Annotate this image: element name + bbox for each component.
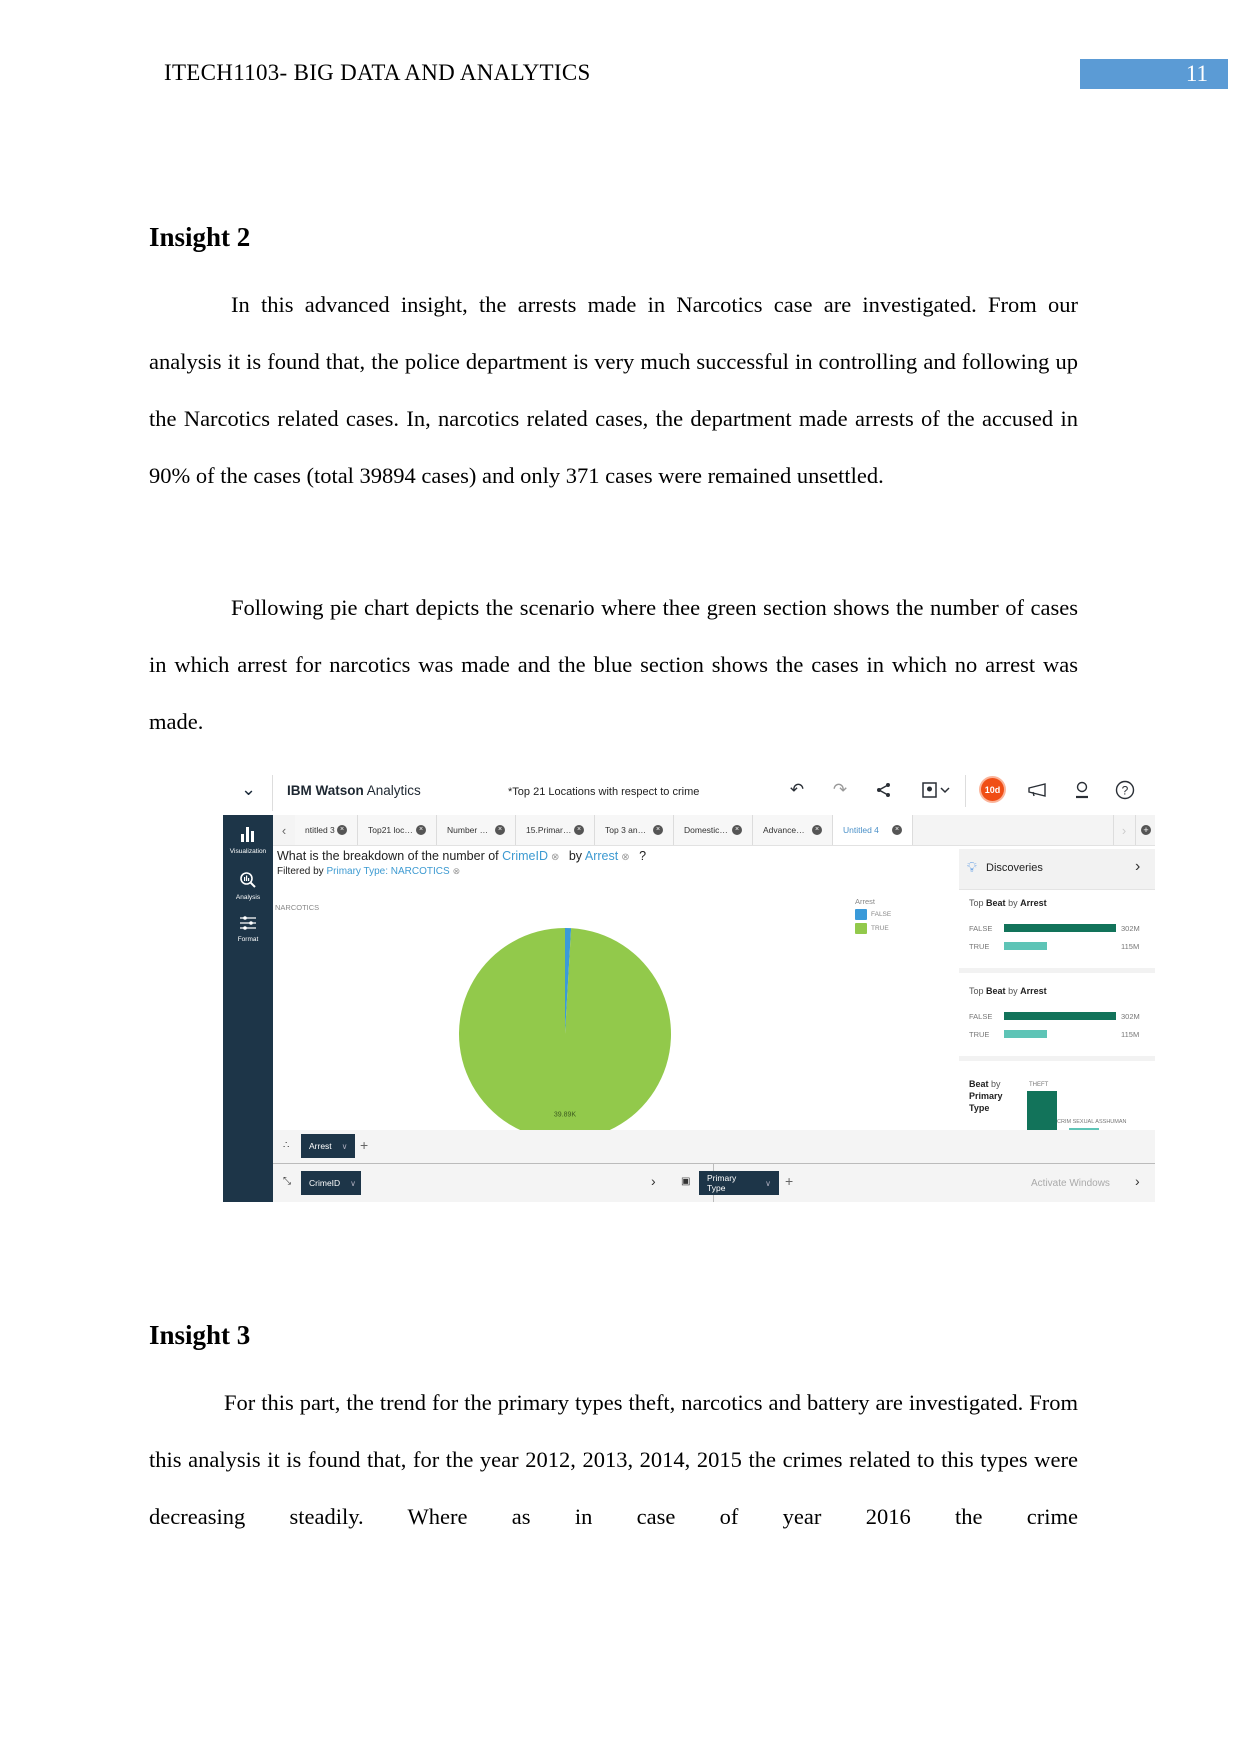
legend-swatch: [855, 909, 867, 920]
discovery-bar: [1004, 1012, 1116, 1020]
tab-advanced[interactable]: Advance… ×: [753, 815, 833, 845]
question-field-arrest[interactable]: Arrest: [585, 849, 618, 863]
legend-swatch: [855, 923, 867, 934]
narcotics-arrest-pie-chart: 39.89K: [459, 928, 671, 1140]
close-icon[interactable]: ×: [416, 825, 426, 835]
tab-top21-locations[interactable]: Top21 loc… ×: [358, 815, 437, 845]
pie-data-label: 39.89K: [554, 1112, 577, 1119]
insight-2-body: In this advanced insight, the arrests ma…: [149, 276, 1078, 504]
color-shelf: ∴ Arrest ∨ +: [273, 1130, 1155, 1164]
tab-top3[interactable]: Top 3 an… ×: [595, 815, 674, 845]
close-icon[interactable]: ×: [337, 825, 347, 835]
trial-days-badge[interactable]: 10d: [981, 778, 1004, 801]
nav-format[interactable]: Format: [223, 915, 273, 943]
insight-2-paragraph-2: Following pie chart depicts the scenario…: [149, 595, 1078, 734]
page-number: 11: [1080, 59, 1228, 89]
running-header-title: ITECH1103- BIG DATA AND ANALYTICS: [164, 60, 591, 85]
add-field-button[interactable]: +: [360, 1137, 368, 1153]
tab-number[interactable]: Number … ×: [437, 815, 516, 845]
close-icon[interactable]: ×: [732, 825, 742, 835]
chevron-down-icon: ∨: [341, 1141, 348, 1151]
chart-title: NARCOTICS: [275, 903, 320, 912]
tab-untitled-4[interactable]: Untitled 4 ×: [833, 815, 913, 845]
question-field-crimeid[interactable]: CrimeID: [502, 849, 548, 863]
lightbulb-icon: 💡︎: [967, 859, 977, 875]
remove-field-icon[interactable]: ⊗: [621, 852, 629, 863]
insight-2-heading: Insight 2: [149, 222, 251, 252]
remove-filter-icon[interactable]: ⊗: [453, 866, 461, 876]
app-topbar: ⌄ IBM Watson Analytics *Top 21 Locations…: [223, 767, 1155, 817]
discovery-bar: [1004, 924, 1116, 932]
close-icon[interactable]: ×: [495, 825, 505, 835]
tab-primary-type[interactable]: 15.Primar… ×: [516, 815, 595, 845]
bar-chart-icon: [223, 825, 273, 847]
insight-3-heading: Insight 3: [149, 1320, 251, 1350]
chevron-right-icon[interactable]: ›: [1135, 1173, 1140, 1189]
size-repeat-shelf: ⤡ CrimeID ∨ › ▣ Primary Type ∨ + Activate …: [273, 1164, 1155, 1202]
undo-icon[interactable]: ↶: [786, 779, 808, 801]
tab-untitled-3[interactable]: ntitled 3 ×: [295, 815, 358, 845]
color-by-icon: ∴: [283, 1140, 290, 1151]
user-icon[interactable]: [1071, 779, 1093, 801]
megaphone-icon[interactable]: [1026, 779, 1048, 801]
help-icon[interactable]: ?: [1114, 779, 1136, 801]
primary-type-pill[interactable]: Primary Type ∨: [699, 1171, 779, 1195]
discovery-card[interactable]: Top Beat by Arrest FALSE 302M TRUE 115M: [959, 890, 1155, 973]
svg-text:?: ?: [1122, 784, 1129, 798]
close-icon[interactable]: ×: [812, 825, 822, 835]
chevron-down-icon[interactable]: ⌄: [241, 779, 256, 800]
nav-analysis[interactable]: Analysis: [223, 871, 273, 901]
legend-item-true[interactable]: TRUE: [855, 923, 891, 934]
chart-legend: Arrest FALSE TRUE: [855, 897, 891, 934]
insight-2-body-2: Following pie chart depicts the scenario…: [149, 579, 1078, 750]
nav-visualization[interactable]: Visualization: [223, 825, 273, 855]
chevron-down-icon: ∨: [765, 1178, 771, 1188]
discoveries-header[interactable]: 💡︎ Discoveries ›: [959, 849, 1155, 890]
discovery-card[interactable]: Top Beat by Arrest FALSE 302M TRUE 115M: [959, 978, 1155, 1061]
screenshot-icon[interactable]: [919, 779, 955, 801]
legend-title: Arrest: [855, 897, 876, 906]
close-icon[interactable]: ×: [892, 825, 902, 835]
pie-slice-true[interactable]: [459, 928, 671, 1140]
sliders-icon: [223, 915, 273, 935]
chevron-right-icon[interactable]: ›: [1135, 858, 1140, 876]
insight-3-paragraph-1: For this part, the trend for the primary…: [149, 1390, 1078, 1529]
close-icon[interactable]: ×: [574, 825, 584, 835]
activate-windows-watermark: Activate Windows: [1031, 1178, 1110, 1189]
analysis-question: What is the breakdown of the number of C…: [277, 849, 647, 863]
repeat-icon: ▣: [681, 1176, 691, 1187]
tab-strip: ‹ ntitled 3 × Top21 loc… × Number … × 15.Pr…: [273, 815, 1155, 846]
magnifier-chart-icon: [223, 871, 273, 893]
discovery-bar: [1004, 1030, 1047, 1038]
filter-line: Filtered by Primary Type: NARCOTICS ⊗: [277, 866, 461, 877]
add-tab-button[interactable]: +: [1135, 815, 1155, 845]
discovery-bar: [1004, 942, 1047, 950]
redo-icon[interactable]: ↷: [829, 779, 851, 801]
discoveries-panel: 💡︎ Discoveries › Top Beat by Arrest FALS…: [959, 849, 1155, 1154]
add-field-button[interactable]: +: [785, 1173, 793, 1189]
insight-3-body: For this part, the trend for the primary…: [149, 1374, 1078, 1545]
left-navigation: Visualization Analysis Format: [223, 815, 273, 1202]
divider: [965, 775, 966, 807]
plus-icon: +: [1141, 825, 1151, 835]
app-brand: IBM Watson Analytics: [287, 783, 421, 798]
document-title: *Top 21 Locations with respect to crime: [508, 786, 700, 798]
crimeid-pill[interactable]: CrimeID ∨: [301, 1171, 361, 1195]
watson-analytics-screenshot: ⌄ IBM Watson Analytics *Top 21 Locations…: [223, 767, 1155, 1202]
arrest-pill[interactable]: Arrest ∨: [301, 1134, 355, 1158]
tabs-scroll-left[interactable]: ‹: [273, 815, 296, 845]
resize-icon: ⤡: [283, 1176, 291, 1187]
remove-field-icon[interactable]: ⊗: [551, 852, 559, 863]
share-icon[interactable]: [873, 779, 895, 801]
divider: [272, 775, 273, 811]
tabs-scroll-right[interactable]: ›: [1113, 815, 1134, 845]
close-icon[interactable]: ×: [653, 825, 663, 835]
insight-2-paragraph-1: In this advanced insight, the arrests ma…: [149, 292, 1078, 488]
chevron-right-icon[interactable]: ›: [651, 1173, 656, 1189]
filter-primary-type[interactable]: Primary Type: NARCOTICS: [326, 866, 449, 877]
chevron-down-icon: ∨: [350, 1178, 357, 1188]
tab-domestic[interactable]: Domestic… ×: [674, 815, 753, 845]
legend-item-false[interactable]: FALSE: [855, 909, 891, 920]
